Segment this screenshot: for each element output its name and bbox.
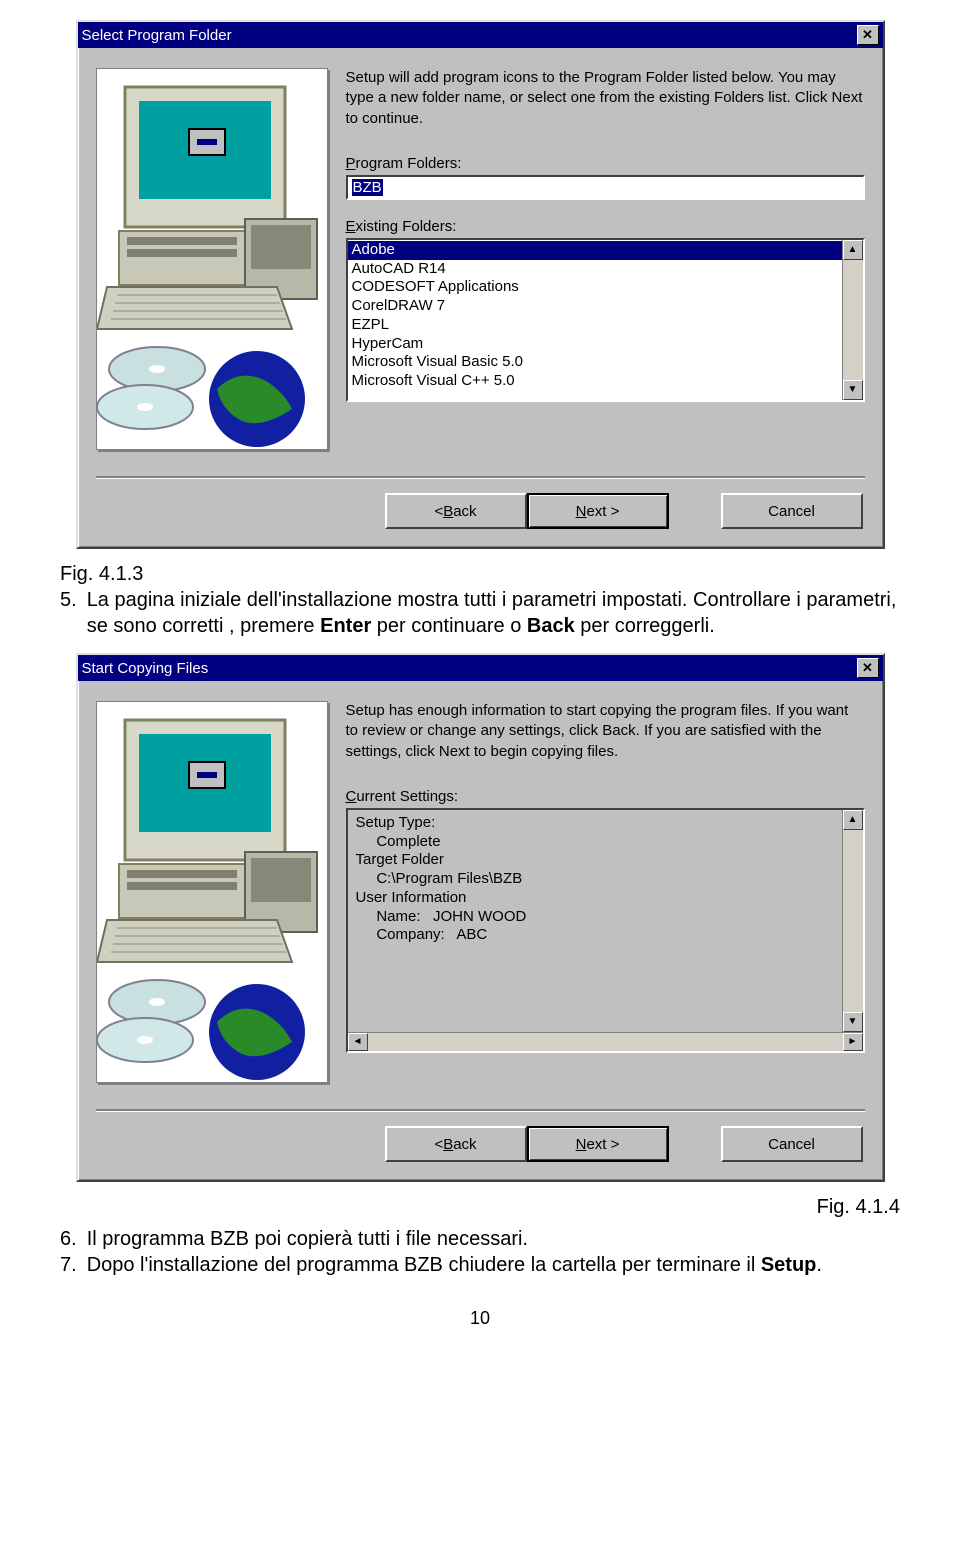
list-number: 7. [60, 1252, 77, 1278]
figure-caption: Fig. 4.1.3 [60, 561, 900, 587]
setup-illustration [96, 701, 328, 1083]
program-folder-input[interactable]: BZB [346, 175, 865, 200]
back-button[interactable]: < Back [385, 493, 527, 529]
existing-folders-listbox[interactable]: Adobe AutoCAD R14 CODESOFT Applications … [346, 238, 865, 402]
settings-line: User Information [352, 889, 838, 908]
current-settings-box: Setup Type: Complete Target Folder C:\Pr… [346, 808, 865, 1053]
window-title: Start Copying Files [82, 660, 857, 677]
current-settings-label: Current Settings: [346, 788, 865, 805]
list-item[interactable]: AutoCAD R14 [348, 260, 842, 279]
instructions-text: Setup has enough information to start co… [346, 701, 865, 762]
settings-line: Company: ABC [352, 926, 838, 945]
list-item[interactable]: Microsoft Visual Basic 5.0 [348, 353, 842, 372]
settings-line: Setup Type: [352, 814, 838, 833]
next-button[interactable]: Next > [527, 493, 669, 529]
figure-caption: Fig. 4.1.4 [60, 1194, 900, 1220]
scroll-down-icon[interactable]: ▼ [843, 380, 863, 400]
cancel-button[interactable]: Cancel [721, 493, 863, 529]
document-paragraph: Fig. 4.1.4 6. Il programma BZB poi copie… [60, 1194, 900, 1278]
instructions-text: Setup will add program icons to the Prog… [346, 68, 865, 129]
scroll-up-icon[interactable]: ▲ [843, 810, 863, 830]
settings-line: Name: JOHN WOOD [352, 908, 838, 927]
start-copying-files-dialog: Start Copying Files ✕ [76, 653, 885, 1182]
scroll-left-icon[interactable]: ◄ [348, 1033, 368, 1051]
list-item[interactable]: CorelDRAW 7 [348, 297, 842, 316]
titlebar[interactable]: Select Program Folder ✕ [78, 22, 883, 48]
list-item[interactable]: Microsoft Visual C++ 5.0 [348, 372, 842, 391]
scrollbar-horizontal[interactable]: ◄ ► [348, 1032, 863, 1051]
existing-folders-label: Existing Folders: [346, 218, 865, 235]
list-item[interactable]: EZPL [348, 316, 842, 335]
document-paragraph: Fig. 4.1.3 5. La pagina iniziale dell'in… [60, 561, 900, 639]
page-number: 10 [30, 1308, 930, 1329]
next-button[interactable]: Next > [527, 1126, 669, 1162]
settings-line: Target Folder [352, 851, 838, 870]
program-folders-label: Program Folders: [346, 155, 865, 172]
settings-line: Complete [352, 833, 838, 852]
select-program-folder-dialog: Select Program Folder ✕ [76, 20, 885, 549]
list-number: 5. [60, 587, 77, 639]
scrollbar-vertical[interactable]: ▲ ▼ [842, 810, 863, 1032]
close-icon[interactable]: ✕ [857, 658, 879, 678]
list-item[interactable]: CODESOFT Applications [348, 278, 842, 297]
list-item[interactable]: Adobe [348, 241, 842, 260]
titlebar[interactable]: Start Copying Files ✕ [78, 655, 883, 681]
scroll-up-icon[interactable]: ▲ [843, 240, 863, 260]
list-number: 6. [60, 1226, 77, 1252]
window-title: Select Program Folder [82, 27, 857, 44]
scroll-right-icon[interactable]: ► [843, 1033, 863, 1051]
paragraph-text: Dopo l'installazione del programma BZB c… [87, 1252, 822, 1278]
back-button[interactable]: < Back [385, 1126, 527, 1162]
scrollbar-vertical[interactable]: ▲ ▼ [842, 240, 863, 400]
setup-illustration [96, 68, 328, 450]
cancel-button[interactable]: Cancel [721, 1126, 863, 1162]
scroll-down-icon[interactable]: ▼ [843, 1012, 863, 1032]
paragraph-text: Il programma BZB poi copierà tutti i fil… [87, 1226, 528, 1252]
close-icon[interactable]: ✕ [857, 25, 879, 45]
settings-line: C:\Program Files\BZB [352, 870, 838, 889]
list-item[interactable]: HyperCam [348, 335, 842, 354]
paragraph-text: La pagina iniziale dell'installazione mo… [87, 587, 900, 639]
